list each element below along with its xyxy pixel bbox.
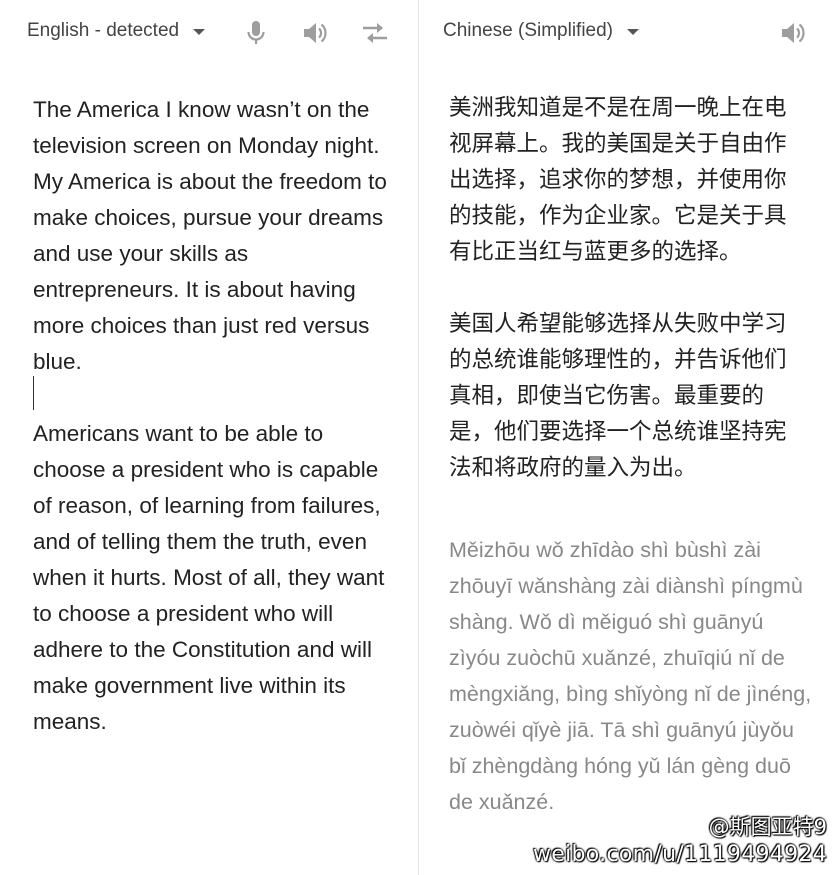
microphone-icon[interactable] [241, 18, 271, 48]
source-pane: English - detected The America I know wa… [0, 0, 419, 875]
translation-paragraph: 美国人希望能够选择从失败中学习的总统谁能够理性的，并告诉他们真相，即使当它伤害。… [449, 311, 787, 481]
watermark-url: weibo.com/u/1119494924 [533, 842, 827, 867]
target-language-select[interactable]: Chinese (Simplified) [443, 20, 640, 42]
speaker-icon[interactable] [300, 18, 330, 48]
swap-icon[interactable] [360, 18, 390, 48]
speaker-icon[interactable] [778, 18, 808, 48]
chevron-down-icon [627, 29, 640, 35]
source-toolbar: English - detected [0, 12, 418, 54]
chevron-down-icon [193, 29, 206, 35]
translation-paragraph: 美洲我知道是不是在周一晚上在电视屏幕上。我的美国是关于自由作出选择，追求你的梦想… [449, 95, 787, 265]
weibo-logo-icon [676, 818, 702, 838]
source-paragraph: Americans want to be able to choose a pr… [33, 421, 385, 734]
target-toolbar: Chinese (Simplified) [420, 12, 835, 54]
weibo-watermark: @斯图亚特9 weibo.com/u/1119494924 [533, 813, 827, 869]
text-cursor [33, 376, 34, 410]
source-text-area[interactable]: The America I know wasn’t on the televis… [33, 92, 393, 740]
target-language-label: Chinese (Simplified) [443, 20, 614, 41]
source-language-label: English - detected [27, 20, 180, 41]
watermark-handle: @斯图亚特9 [708, 815, 827, 839]
translation-output: 美洲我知道是不是在周一晚上在电视屏幕上。我的美国是关于自由作出选择，追求你的梦想… [449, 90, 799, 486]
pinyin-transliteration: Měizhōu wǒ zhīdào shì bùshì zài zhōuyī w… [449, 538, 812, 814]
source-paragraph: The America I know wasn’t on the televis… [33, 97, 387, 374]
source-language-select[interactable]: English - detected [27, 20, 206, 42]
